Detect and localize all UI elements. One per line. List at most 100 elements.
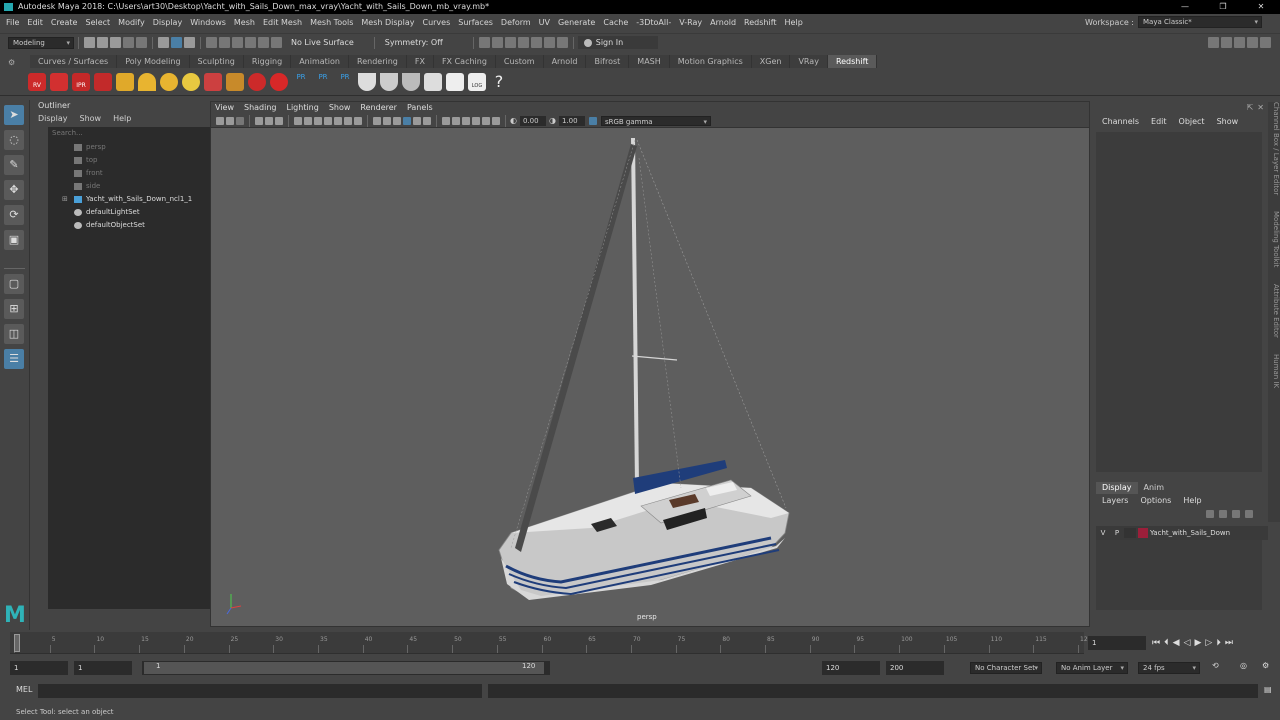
gamma-field[interactable]: 1.00 [558, 115, 585, 126]
menu-item[interactable]: -3DtoAll- [636, 18, 671, 27]
channelbox-menu-item[interactable]: Edit [1151, 117, 1167, 126]
viewport-menu-item[interactable]: Show [329, 102, 351, 114]
time-slider[interactable]: 1510152025303540455055606570758085909510… [0, 632, 1280, 656]
grease-pencil-icon[interactable] [275, 116, 283, 125]
outliner-menu-item[interactable]: Display [38, 114, 68, 123]
outliner-layout-icon[interactable]: ☰ [4, 349, 24, 369]
channelbox-tab[interactable]: Anim [1138, 482, 1171, 494]
render-frame-icon[interactable] [478, 37, 490, 48]
redshift-bowl3-icon[interactable] [402, 72, 420, 91]
step-back-key-icon[interactable]: ⏴ [1164, 638, 1169, 648]
select-hierarchy-icon[interactable] [158, 37, 169, 48]
shelf-tab[interactable]: Animation [291, 55, 349, 68]
motion-blur-icon[interactable] [452, 116, 460, 125]
layer-menu-item[interactable]: Options [1140, 496, 1171, 505]
redo-icon[interactable] [136, 37, 147, 48]
redshift-proxy-icon[interactable] [204, 72, 222, 91]
select-camera-icon[interactable] [216, 116, 224, 125]
snap-surface-icon[interactable] [258, 37, 269, 48]
render-view-icon[interactable] [543, 37, 555, 48]
snap-grid-icon[interactable] [206, 37, 217, 48]
channelbox-float-icon[interactable]: ⇱ [1247, 103, 1254, 112]
menu-item[interactable]: Redshift [744, 18, 776, 27]
anim-layer-dropdown[interactable]: No Anim Layer [1056, 662, 1128, 674]
save-scene-icon[interactable] [110, 37, 121, 48]
safe-action-icon[interactable] [344, 116, 352, 125]
wireframe-on-shaded-icon[interactable] [393, 116, 401, 125]
redshift-light-icon[interactable] [116, 72, 134, 91]
redshift-dome-icon[interactable] [160, 72, 178, 91]
shelf-tab[interactable]: Rendering [349, 55, 407, 68]
menu-item[interactable]: Curves [422, 18, 450, 27]
menu-item[interactable]: File [6, 18, 19, 27]
channelbox-close-icon[interactable]: ✕ [1257, 103, 1264, 112]
side-tab[interactable]: Modeling Toolkit [1272, 211, 1280, 267]
select-object-icon[interactable] [171, 37, 182, 48]
isolate-select-icon[interactable] [482, 116, 490, 125]
channelbox-tab[interactable]: Display [1096, 482, 1138, 494]
outliner-item[interactable]: top [48, 154, 218, 167]
loop-icon[interactable]: ⟲ [1212, 661, 1219, 670]
outliner-item[interactable]: front [48, 167, 218, 180]
grid-icon[interactable] [294, 116, 302, 125]
2d-pan-zoom-icon[interactable] [265, 116, 273, 125]
step-forward-frame-icon[interactable]: ▷ [1205, 638, 1212, 648]
menu-item[interactable]: Deform [501, 18, 531, 27]
smooth-shade-icon[interactable] [383, 116, 391, 125]
viewport-menu-item[interactable]: View [215, 102, 234, 114]
menu-item[interactable]: Windows [190, 18, 226, 27]
shelf-tab[interactable]: Redshift [827, 55, 878, 68]
menu-item[interactable]: Display [153, 18, 183, 27]
command-input[interactable] [38, 684, 482, 698]
range-slider[interactable]: 1 120 [142, 661, 550, 675]
close-button[interactable]: ✕ [1242, 0, 1280, 14]
redshift-sphere-icon[interactable] [270, 72, 288, 91]
open-scene-icon[interactable] [97, 37, 108, 48]
shelf-tab[interactable]: Curves / Surfaces [30, 55, 118, 68]
gate-mask-icon[interactable] [324, 116, 332, 125]
play-forward-icon[interactable]: ▶ [1194, 638, 1201, 648]
menu-item[interactable]: Mesh [234, 18, 255, 27]
layer-visibility-toggle[interactable]: V [1096, 529, 1110, 537]
layer-name[interactable]: Yacht_with_Sails_Down [1150, 529, 1230, 537]
field-chart-icon[interactable] [334, 116, 342, 125]
auto-key-icon[interactable]: ◎ [1240, 661, 1247, 670]
undo-icon[interactable] [123, 37, 134, 48]
redshift-bowl1-icon[interactable] [358, 72, 376, 91]
redshift-log-icon[interactable]: LOG [468, 72, 486, 91]
menu-item[interactable]: UV [539, 18, 550, 27]
layer-menu-item[interactable]: Layers [1102, 496, 1128, 505]
yacht-model[interactable] [211, 128, 1089, 626]
viewport-menu-item[interactable]: Panels [407, 102, 433, 114]
playback-end-field[interactable]: 120 [822, 661, 880, 675]
snap-view-icon[interactable] [245, 37, 256, 48]
menuset-dropdown[interactable]: Modeling [8, 36, 74, 49]
menu-item[interactable]: Select [85, 18, 110, 27]
animation-start-field[interactable]: 1 [10, 661, 68, 675]
shadows-icon[interactable] [423, 116, 431, 125]
layer-menu-item[interactable]: Help [1183, 496, 1201, 505]
snap-live-icon[interactable] [271, 37, 282, 48]
redshift-pr3-icon[interactable]: PR [336, 73, 354, 91]
ambient-occlusion-icon[interactable] [442, 116, 450, 125]
shelf-tab[interactable]: FX Caching [434, 55, 496, 68]
redshift-stop-icon[interactable] [94, 72, 112, 91]
menu-item[interactable]: Edit Mesh [263, 18, 302, 27]
step-forward-key-icon[interactable]: ⏵ [1216, 638, 1221, 648]
timeline-ruler[interactable]: 1510152025303540455055606570758085909510… [10, 632, 1091, 654]
redshift-pr1-icon[interactable]: PR [292, 73, 310, 91]
wireframe-icon[interactable] [373, 116, 381, 125]
snap-point-icon[interactable] [232, 37, 243, 48]
menu-item[interactable]: Arnold [710, 18, 736, 27]
current-time-indicator[interactable] [14, 634, 20, 652]
shelf-tab[interactable]: Custom [496, 55, 544, 68]
move-layer-down-icon[interactable] [1219, 510, 1227, 518]
ipr-render-icon[interactable] [504, 37, 516, 48]
channel-box-icon[interactable] [1247, 37, 1258, 48]
modeling-toolkit-icon[interactable] [1208, 37, 1219, 48]
render-sequence-icon[interactable] [491, 37, 503, 48]
viewport-menu-item[interactable]: Renderer [360, 102, 397, 114]
attribute-editor-icon[interactable] [1221, 37, 1232, 48]
lasso-tool-icon[interactable]: ◌ [4, 130, 24, 150]
layer-type-slot[interactable] [1124, 528, 1136, 538]
